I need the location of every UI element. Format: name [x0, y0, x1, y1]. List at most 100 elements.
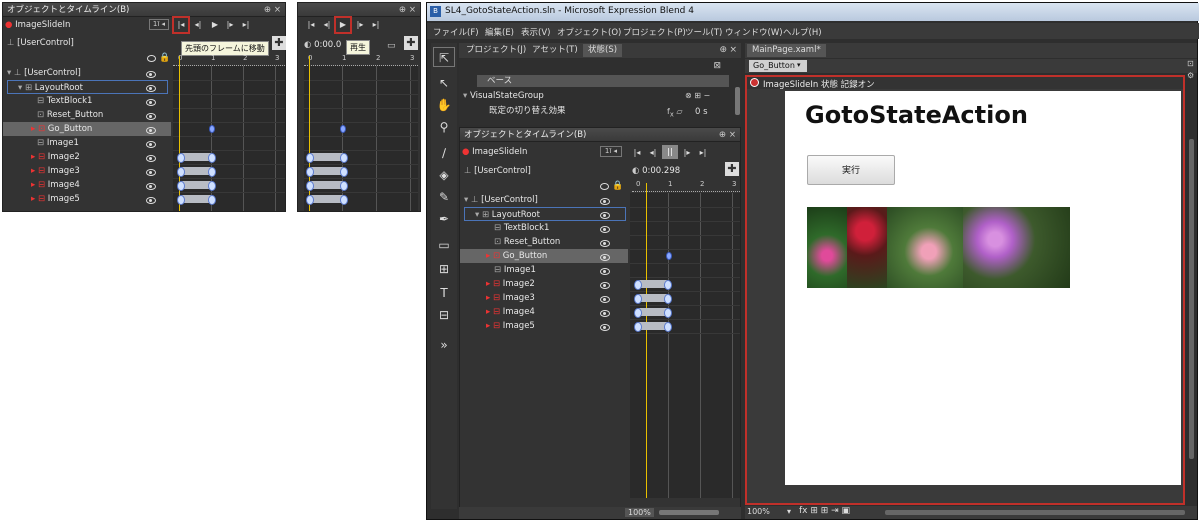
record-icon[interactable] [750, 78, 759, 87]
zoom-icon[interactable]: ⚲ [433, 117, 455, 137]
last-frame-button[interactable]: ▸| [241, 20, 251, 30]
selection-tool-icon[interactable]: ⇱ [433, 47, 455, 67]
eye-icon[interactable] [600, 268, 610, 275]
lock-icon[interactable]: 🔒 [612, 181, 623, 191]
close-icon[interactable]: × [274, 3, 281, 17]
vertical-scrollbar[interactable] [1189, 139, 1194, 459]
eye-icon[interactable] [146, 141, 156, 148]
tab-assets[interactable]: アセット(T) [527, 44, 583, 57]
grid-icon[interactable]: ⊞ [433, 259, 455, 279]
prev-frame-button[interactable]: ◂| [193, 20, 203, 30]
eye-icon[interactable] [600, 183, 609, 190]
eye-icon[interactable] [146, 113, 156, 120]
tree-item-image4[interactable]: ▸ ⊟ Image4 [31, 178, 80, 192]
horizontal-scrollbar[interactable] [885, 510, 1185, 515]
add-state-group-icon[interactable]: ⊠ [713, 61, 721, 71]
play-button[interactable]: ▶ [210, 20, 220, 30]
keyframe-bar[interactable] [177, 181, 216, 191]
timeline-track-area[interactable] [173, 56, 285, 211]
tree-item-image4[interactable]: ▸ ⊟ Image4 [486, 305, 535, 319]
default-transition-row[interactable]: 既定の切り替え効果 [489, 104, 566, 118]
pan-icon[interactable]: ✋ [433, 95, 455, 115]
tree-item-image1[interactable]: ⊟ Image1 [37, 136, 79, 150]
eye-icon[interactable] [600, 296, 610, 303]
time-display[interactable]: ◐ 0:00.298 [632, 164, 680, 178]
pin-icon[interactable]: ⊕ [719, 128, 726, 142]
tree-item-usercontrol[interactable]: ▾ ⊥ [UserControl] [464, 193, 538, 207]
menu-file[interactable]: ファイル(F) [433, 26, 479, 38]
lock-icon[interactable]: 🔒 [159, 53, 170, 63]
eye-icon[interactable] [146, 71, 156, 78]
zoom-dropdown-icon[interactable]: ▾ [787, 507, 791, 516]
pin-icon[interactable]: ⊕ [399, 3, 406, 17]
eye-icon[interactable] [600, 226, 610, 233]
keyframe-bar[interactable] [306, 195, 348, 205]
eye-icon[interactable] [600, 324, 610, 331]
text-icon[interactable]: T [433, 283, 455, 303]
storyboard-row[interactable]: ● ImageSlideIn [5, 18, 170, 32]
paint-bucket-icon[interactable]: ◈ [433, 165, 455, 185]
tree-item-textblock1[interactable]: ⊟ TextBlock1 [37, 94, 92, 108]
keyframe-bar[interactable] [634, 280, 672, 290]
tree-item-image5[interactable]: ▸ ⊟ Image5 [486, 319, 535, 333]
first-frame-button[interactable]: |◂ [632, 148, 642, 158]
keyframe-bar[interactable] [306, 153, 348, 163]
next-frame-button[interactable]: |▸ [682, 148, 692, 158]
keyframe-bar[interactable] [306, 181, 348, 191]
keyframe-bar[interactable] [177, 167, 216, 177]
menu-help[interactable]: ヘルプ(H) [783, 26, 822, 38]
snap-icon[interactable]: ▭ [387, 41, 396, 51]
menu-edit[interactable]: 編集(E) [485, 26, 514, 38]
eye-icon[interactable] [146, 183, 156, 190]
eye-icon[interactable] [146, 127, 156, 134]
add-keyframe-icon[interactable]: ✚ [725, 162, 739, 176]
zoom-level[interactable]: 100% [747, 507, 770, 516]
tab-mainpage[interactable]: MainPage.xaml* [747, 44, 826, 57]
pause-button[interactable]: || [662, 145, 678, 159]
eye-icon[interactable] [600, 310, 610, 317]
eye-icon[interactable] [147, 55, 156, 62]
keyframe[interactable] [340, 125, 346, 133]
tab-states[interactable]: 状態(S) [583, 44, 623, 57]
prev-frame-button[interactable]: ◂| [648, 148, 658, 158]
keyframe-bar[interactable] [177, 153, 216, 163]
menu-project[interactable]: プロジェクト(P) [623, 26, 686, 38]
pin-icon[interactable]: ⊕ [719, 45, 727, 55]
add-keyframe-icon[interactable]: ✚ [272, 36, 286, 50]
tab-project[interactable]: プロジェクト(J) [461, 44, 531, 57]
keyframe[interactable] [666, 252, 672, 260]
tree-item-reset-button[interactable]: ⊡ Reset_Button [37, 108, 103, 122]
tree-item-reset-button[interactable]: ⊡ Reset_Button [494, 235, 560, 249]
eye-icon[interactable] [600, 240, 610, 247]
execute-button[interactable]: 実行 [807, 155, 895, 185]
first-frame-button[interactable]: |◂ [176, 20, 186, 30]
control-icon[interactable]: ⊟ [433, 305, 455, 325]
eye-icon[interactable] [600, 282, 610, 289]
easing-icon[interactable]: fx ▱ [667, 107, 682, 119]
states-scrollbar[interactable] [735, 87, 740, 115]
menu-object[interactable]: オブジェクト(O) [557, 26, 621, 38]
close-icon[interactable]: × [409, 3, 416, 17]
next-frame-button[interactable]: |▸ [225, 20, 235, 30]
timeline-scrollbar[interactable] [659, 510, 719, 515]
timeline-track-area[interactable] [304, 56, 418, 211]
eye-icon[interactable] [146, 169, 156, 176]
state-group-icons[interactable]: ⊗ ⊞ − [685, 91, 710, 100]
tree-item-image3[interactable]: ▸ ⊟ Image3 [486, 291, 535, 305]
prev-frame-button[interactable]: ◂| [322, 20, 332, 30]
menu-view[interactable]: 表示(V) [521, 26, 550, 38]
eyedropper-icon[interactable]: ∕ [433, 143, 455, 163]
footer-tool-icons[interactable]: fx ⊞ ⊞ ⇥ ▣ [799, 506, 850, 516]
tree-item-layoutroot[interactable]: ▾ ⊞ LayoutRoot [7, 80, 168, 94]
first-frame-button[interactable]: |◂ [306, 20, 316, 30]
eye-icon[interactable] [146, 155, 156, 162]
rectangle-icon[interactable]: ▭ [433, 235, 455, 255]
tree-item-textblock1[interactable]: ⊟ TextBlock1 [494, 221, 549, 235]
menu-tools[interactable]: ツール(T) [685, 26, 722, 38]
last-frame-button[interactable]: ▸| [371, 20, 381, 30]
tree-item-image2[interactable]: ▸ ⊟ Image2 [31, 150, 80, 164]
timeline-zoom[interactable]: 100% [625, 508, 654, 517]
add-keyframe-icon[interactable]: ✚ [404, 36, 418, 50]
keyframe-bar[interactable] [634, 294, 672, 304]
tree-item-usercontrol[interactable]: ▾ ⊥ [UserControl] [7, 66, 81, 80]
